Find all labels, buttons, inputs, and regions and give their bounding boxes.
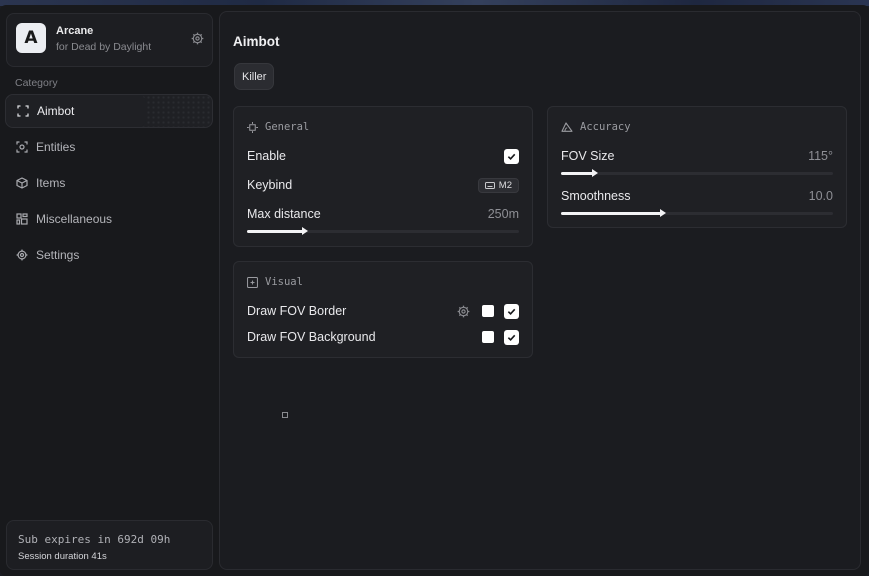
enable-label: Enable [247,149,286,163]
keybind-row: Keybind M2 [247,177,519,193]
general-card-title: General [265,121,310,133]
fov-background-row: Draw FOV Background [247,329,519,345]
sidebar-item-label: Miscellaneous [36,212,113,226]
fov-size-label: FOV Size [561,149,615,163]
fov-size-slider[interactable] [561,169,833,177]
main-panel: Aimbot Killer General Enable Keybind M2 … [219,11,861,570]
avatar: A [16,23,46,53]
visual-card: Visual Draw FOV Border Draw FOV Backgrou… [233,261,533,358]
keybind-value: M2 [498,179,512,191]
slider-fill [247,230,304,233]
accuracy-card-header: Accuracy [561,121,631,133]
fov-border-checkbox[interactable] [504,303,519,319]
tab-killer[interactable]: Killer [234,63,275,90]
check-icon [507,334,516,341]
general-card-header: General [247,121,309,133]
fov-size-row: FOV Size 115° [561,148,833,164]
fov-border-color-checkbox[interactable] [482,305,494,317]
slider-fill [561,212,662,215]
check-icon [507,153,516,160]
slider-thumb[interactable] [660,209,666,217]
session-duration: Session duration 41s [18,551,107,562]
sidebar: A Arcane for Dead by Daylight Category A… [0,5,219,576]
fov-border-label: Draw FOV Border [247,304,347,318]
app-window: A Arcane for Dead by Daylight Category A… [0,5,869,576]
sidebar-item-label: Items [36,176,66,190]
app-name: Arcane [56,25,94,37]
enable-row: Enable [247,148,519,164]
slider-fill [561,172,594,175]
visual-card-title: Visual [265,276,303,288]
keybind-button[interactable]: M2 [477,177,519,193]
profile-card: A Arcane for Dead by Daylight [6,13,213,67]
avatar-letter: A [24,28,38,48]
sidebar-nav: Aimbot Entities Items Miscellaneous Sett… [5,94,213,274]
fov-background-checkbox[interactable] [504,329,519,345]
sidebar-item-miscellaneous[interactable]: Miscellaneous [5,202,213,236]
keyboard-icon [484,181,495,189]
sidebar-item-items[interactable]: Items [5,166,213,200]
crosshair-dots-icon [247,121,258,133]
cube-icon [16,177,28,189]
fov-background-color-checkbox[interactable] [482,331,494,343]
smoothness-row: Smoothness 10.0 [561,188,833,204]
smoothness-label: Smoothness [561,189,631,203]
max-distance-row: Max distance 250m [247,206,519,222]
crosshair-frame-icon [17,105,29,117]
smoothness-slider[interactable] [561,209,833,217]
sparkle-frame-icon [247,276,258,288]
enable-checkbox[interactable] [504,148,519,164]
visual-card-header: Visual [247,276,303,288]
sidebar-item-entities[interactable]: Entities [5,130,213,164]
smoothness-value: 10.0 [808,189,833,203]
target-scan-icon [16,141,28,153]
slider-thumb[interactable] [302,227,308,235]
keybind-label: Keybind [247,178,293,192]
sidebar-item-label: Aimbot [37,104,75,118]
sidebar-item-settings[interactable]: Settings [5,238,213,272]
fov-size-value: 115° [808,149,833,163]
slider-thumb[interactable] [592,169,598,177]
triangle-ruler-icon [561,122,573,132]
fov-background-label: Draw FOV Background [247,330,376,344]
gear-icon [16,249,28,261]
max-distance-slider[interactable] [247,227,519,235]
category-label: Category [15,77,58,89]
sidebar-item-label: Settings [36,248,80,262]
cursor-marker [282,412,288,418]
max-distance-value: 250m [487,207,519,221]
gear-icon[interactable] [457,305,470,318]
app-subtitle: for Dead by Daylight [56,41,152,53]
max-distance-label: Max distance [247,207,321,221]
check-icon [507,308,516,315]
gear-icon[interactable] [191,32,204,45]
page-title: Aimbot [233,34,280,49]
fov-border-row: Draw FOV Border [247,303,519,319]
subscription-expiry: Sub expires in 692d 09h [18,533,171,546]
grid-blocks-icon [16,213,28,225]
general-card: General Enable Keybind M2 Max distance 2… [233,106,533,247]
sidebar-item-aimbot[interactable]: Aimbot [5,94,213,128]
accuracy-card-title: Accuracy [580,121,631,133]
sidebar-item-label: Entities [36,140,76,154]
subscription-box: Sub expires in 692d 09h Session duration… [6,520,213,570]
accuracy-card: Accuracy FOV Size 115° Smoothness 10.0 [547,106,847,228]
